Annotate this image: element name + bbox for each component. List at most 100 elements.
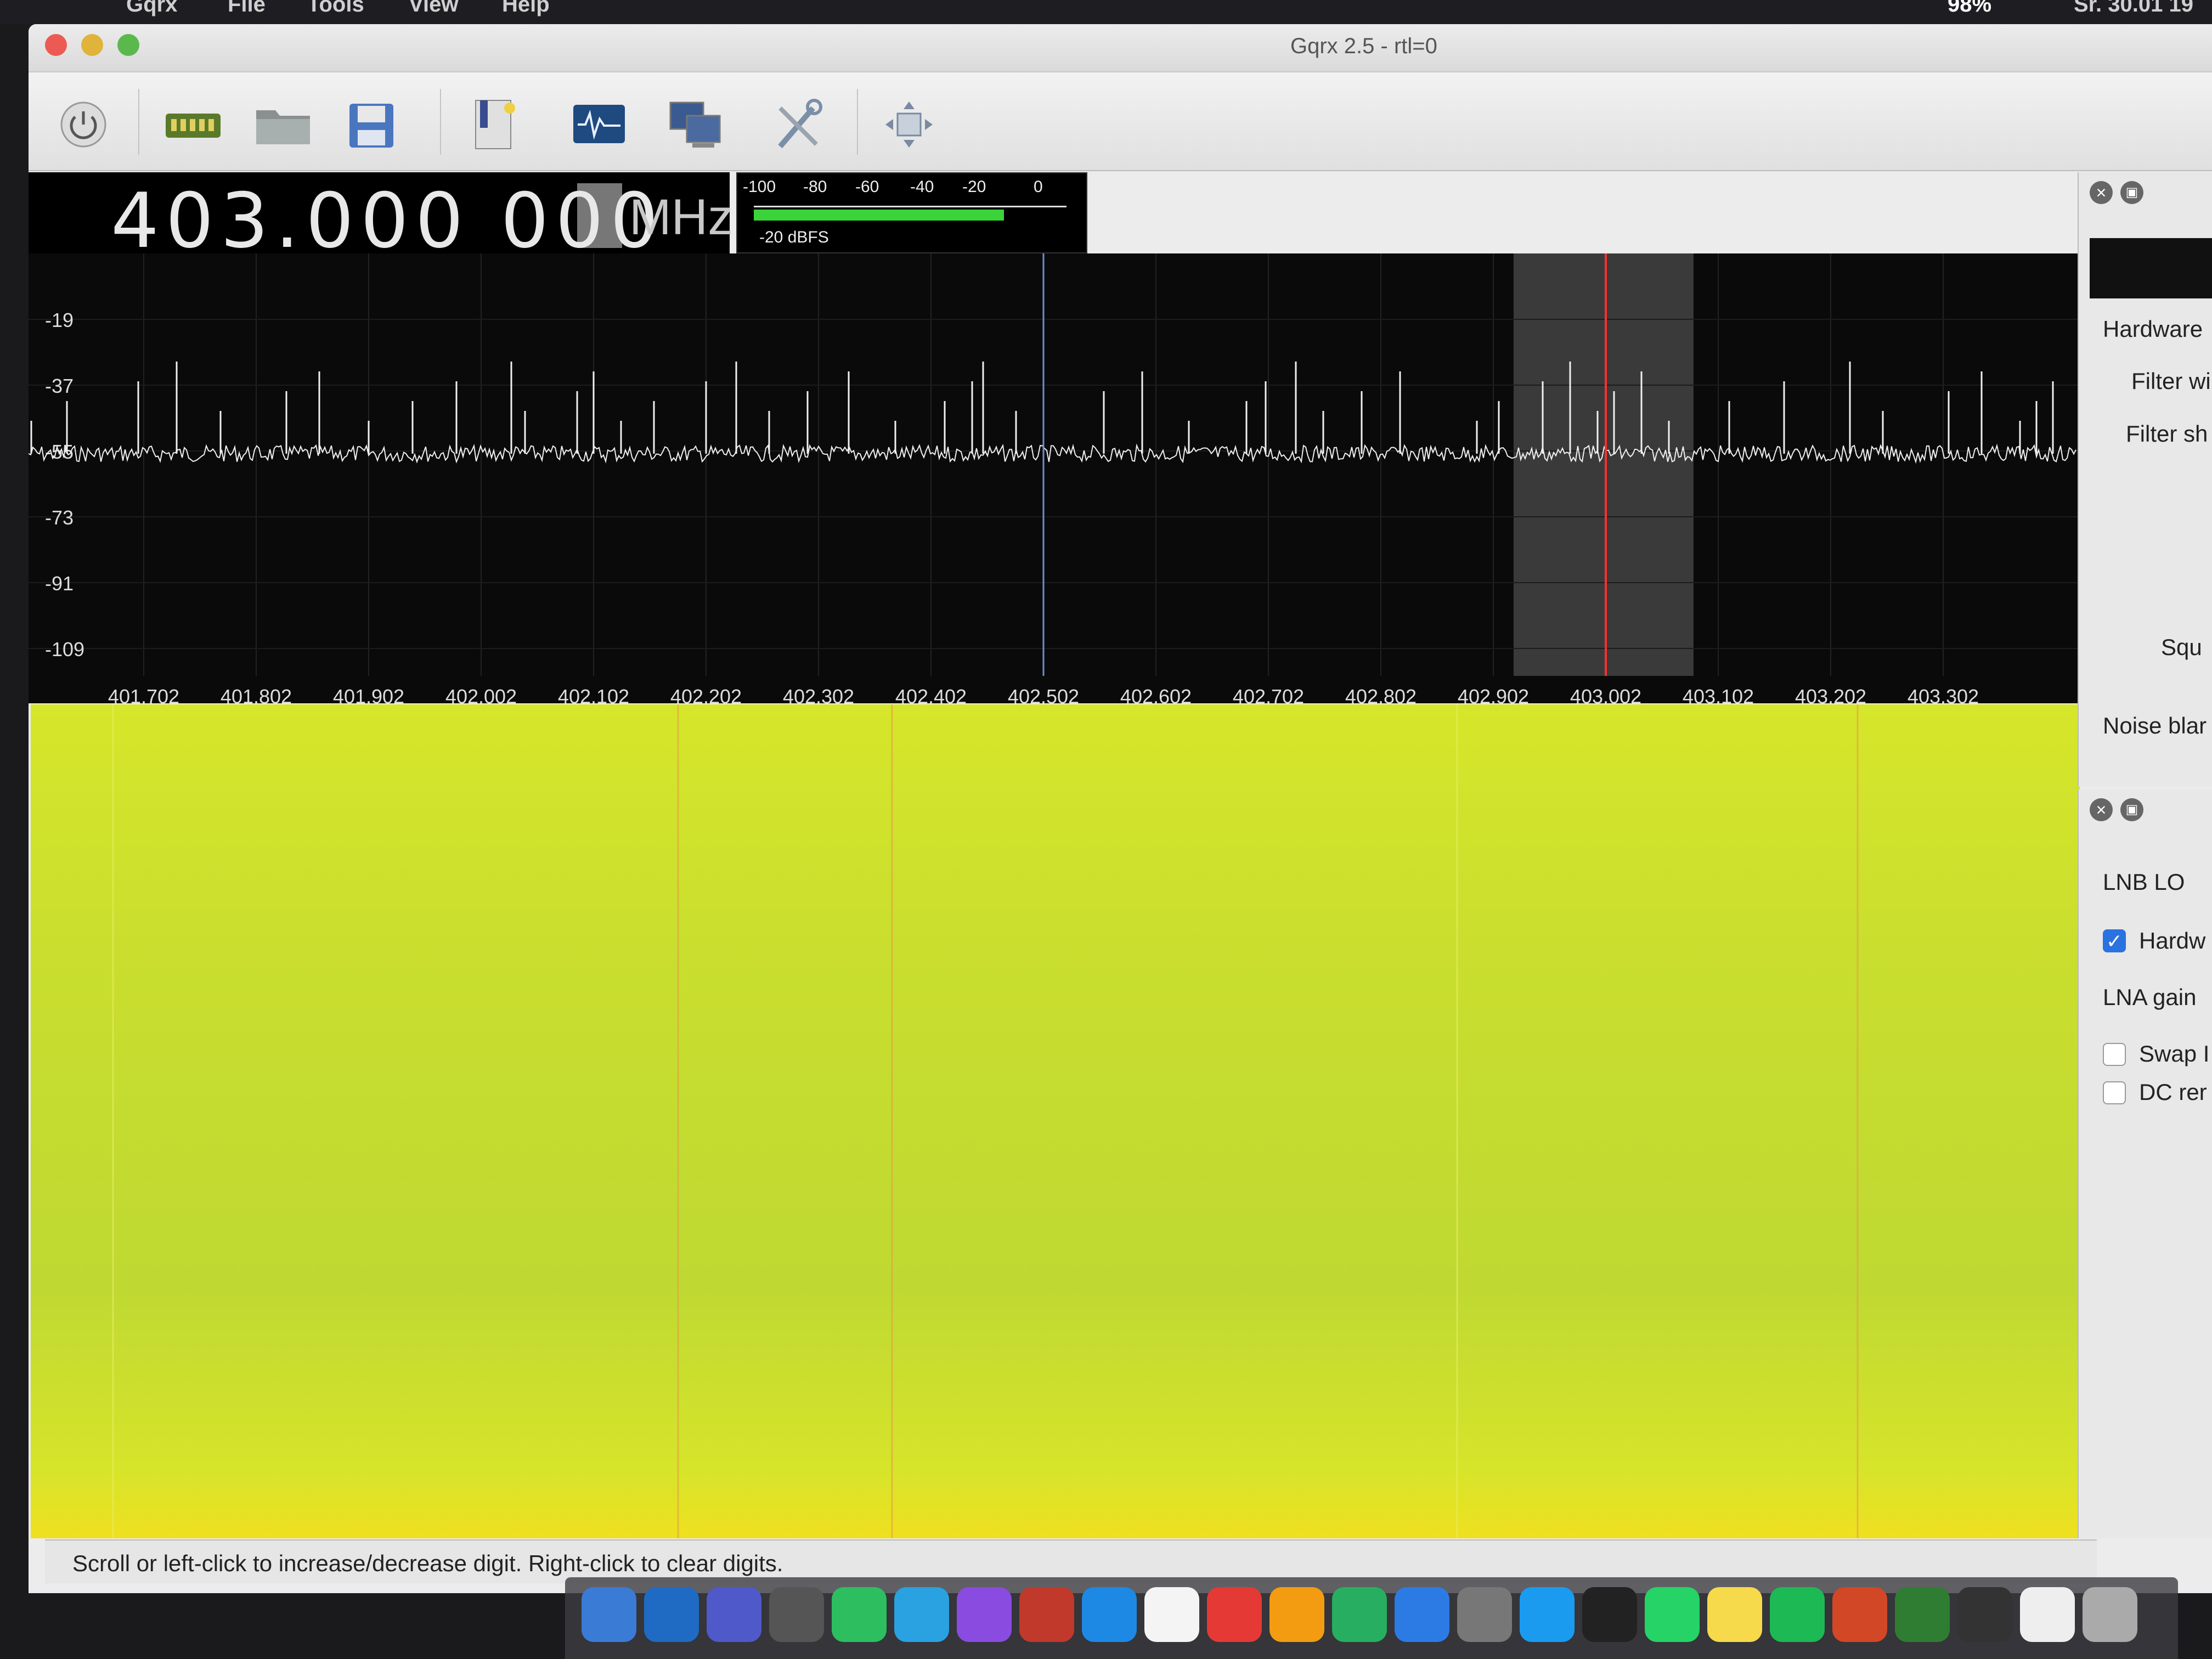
trash-icon[interactable]: [2083, 1587, 2137, 1642]
y-tick-label: -91: [45, 572, 74, 595]
x-tick-label: 402.302: [783, 685, 854, 703]
x-tick-label: 403.102: [1683, 685, 1754, 703]
x-tick-label: 403.002: [1570, 685, 1641, 703]
x-tick-label: 402.402: [895, 685, 967, 703]
frequency-control[interactable]: 403.000 000 MHz: [29, 172, 733, 265]
waterfall-display[interactable]: [31, 704, 2080, 1538]
spectrum-svg: -19-37-55-73-91-109401.702 401.802 401.902…: [29, 253, 2078, 703]
numbers-icon[interactable]: [1332, 1587, 1387, 1642]
x-tick-label: 402.102: [558, 685, 629, 703]
signal-meter: -100 -80 -60 -40 -20 0 -20 dBFS: [736, 172, 1087, 253]
save-button[interactable]: [338, 94, 404, 155]
x-tick-label: 402.902: [1458, 685, 1529, 703]
waterfall-svg: [112, 704, 1859, 1538]
powerpoint-icon[interactable]: [1832, 1587, 1887, 1642]
x-tick-label: 402.802: [1345, 685, 1417, 703]
outlook-icon[interactable]: [644, 1587, 699, 1642]
y-tick-label: -19: [45, 309, 74, 331]
app-store-icon[interactable]: [1520, 1587, 1575, 1642]
finder-icon[interactable]: [582, 1587, 636, 1642]
status-bar: Scroll or left-click to increase/decreas…: [45, 1539, 2097, 1583]
open-button[interactable]: [251, 94, 317, 155]
x-tick-label: 402.702: [1233, 685, 1304, 703]
toolbar: [29, 72, 2212, 171]
fft-settings-button[interactable]: [566, 94, 632, 155]
filter-width-label: Filter wi: [2131, 368, 2211, 394]
y-tick-label: -37: [45, 375, 74, 397]
menu-app[interactable]: Gqrx: [126, 0, 177, 17]
dc-removal-label: DC rer: [2139, 1079, 2207, 1105]
reminders-icon[interactable]: [1144, 1587, 1199, 1642]
device-button[interactable]: [160, 94, 226, 155]
minimize-window-button[interactable]: [81, 34, 103, 56]
bookmark-button[interactable]: [462, 94, 528, 155]
fullscreen-button[interactable]: [876, 94, 942, 155]
dock-float-icon[interactable]: ▣: [2120, 181, 2143, 204]
window-title: Gqrx 2.5 - rtl=0: [1290, 34, 1437, 58]
dc-removal-checkbox[interactable]: [2103, 1081, 2126, 1104]
squelch-label: Squ: [2161, 634, 2202, 660]
chrome-icon[interactable]: [1207, 1587, 1262, 1642]
save-icon: [349, 104, 393, 148]
x-tick-label: 402.002: [445, 685, 517, 703]
receiver-options-dock: × ▣ 4 Hardware Filter wi Filter sh M A S…: [2078, 172, 2212, 787]
close-window-button[interactable]: [45, 34, 67, 56]
elster-icon[interactable]: [1895, 1587, 1950, 1642]
hardware-freq-label: Hardware: [2103, 316, 2203, 342]
meter-tick: -20: [962, 178, 986, 196]
system-preferences-icon[interactable]: [1457, 1587, 1512, 1642]
dock-float-icon[interactable]: ▣: [2120, 798, 2143, 821]
x-tick-label: 402.202: [670, 685, 742, 703]
open-folder-icon: [256, 110, 310, 144]
hw-agc-checkbox[interactable]: ✓: [2103, 929, 2126, 952]
safari-icon[interactable]: [1082, 1587, 1137, 1642]
whatsapp-icon[interactable]: [1645, 1587, 1700, 1642]
battery-status: 98%: [1948, 0, 1992, 16]
status-text: Scroll or left-click to increase/decreas…: [72, 1550, 783, 1576]
meter-scale: [754, 200, 1066, 207]
device-icon: [166, 114, 221, 138]
gqrx-window: Gqrx 2.5 - rtl=0 403.000 000 MHz -100 -8…: [29, 24, 2212, 1593]
fft-settings-icon: [573, 105, 625, 143]
menu-view[interactable]: View: [409, 0, 458, 17]
activity-monitor-icon[interactable]: [1957, 1587, 2012, 1642]
meter-tick: -40: [910, 178, 934, 196]
receiver-frequency-digit[interactable]: 4: [2090, 238, 2212, 298]
dictionary-icon[interactable]: [1019, 1587, 1074, 1642]
remote-control-button[interactable]: [662, 94, 728, 155]
meter-level-label: -20 dBFS: [759, 228, 829, 246]
zoom-window-button[interactable]: [117, 34, 139, 56]
menu-help[interactable]: Help: [502, 0, 550, 17]
menu-tools[interactable]: Tools: [307, 0, 364, 17]
document-icon[interactable]: [2020, 1587, 2075, 1642]
x-tick-label: 401.702: [108, 685, 179, 703]
pages-icon[interactable]: [1269, 1587, 1324, 1642]
tools-button[interactable]: [766, 94, 832, 155]
y-tick-label: -73: [45, 506, 74, 529]
clock: Sr. 30.01 19: [2074, 0, 2193, 16]
frequency-digits[interactable]: 403.000 000: [111, 177, 665, 265]
dock-close-icon[interactable]: ×: [2090, 798, 2113, 821]
power-button[interactable]: [50, 94, 116, 155]
siri-icon[interactable]: [957, 1587, 1012, 1642]
telegram-icon[interactable]: [894, 1587, 949, 1642]
meter-tick: -80: [803, 178, 827, 196]
dock-close-icon[interactable]: ×: [2090, 181, 2113, 204]
evernote-icon[interactable]: [832, 1587, 887, 1642]
pandapter-plot[interactable]: -19 -37 -55 -73 -91 -109 401.702 401.802 401.902…: [29, 253, 2078, 703]
filter-passband: [1513, 253, 1694, 676]
launchpad-icon[interactable]: [769, 1587, 824, 1642]
x-tick-label: 402.602: [1120, 685, 1192, 703]
menu-file[interactable]: File: [228, 0, 266, 17]
title-bar: Gqrx 2.5 - rtl=0: [29, 24, 2212, 72]
meter-tick: -100: [743, 178, 776, 196]
keynote-icon[interactable]: [1395, 1587, 1449, 1642]
teams-icon[interactable]: [707, 1587, 761, 1642]
stickies-icon[interactable]: [1707, 1587, 1762, 1642]
mac-dock: [565, 1577, 2178, 1659]
menu-bar: Gqrx File Tools View Help 98% Sr. 30.01 …: [0, 0, 2212, 24]
terminal-icon[interactable]: [1582, 1587, 1637, 1642]
swap-iq-checkbox[interactable]: [2103, 1043, 2126, 1066]
spotify-icon[interactable]: [1770, 1587, 1825, 1642]
noise-blanker-label: Noise blar: [2103, 713, 2207, 738]
